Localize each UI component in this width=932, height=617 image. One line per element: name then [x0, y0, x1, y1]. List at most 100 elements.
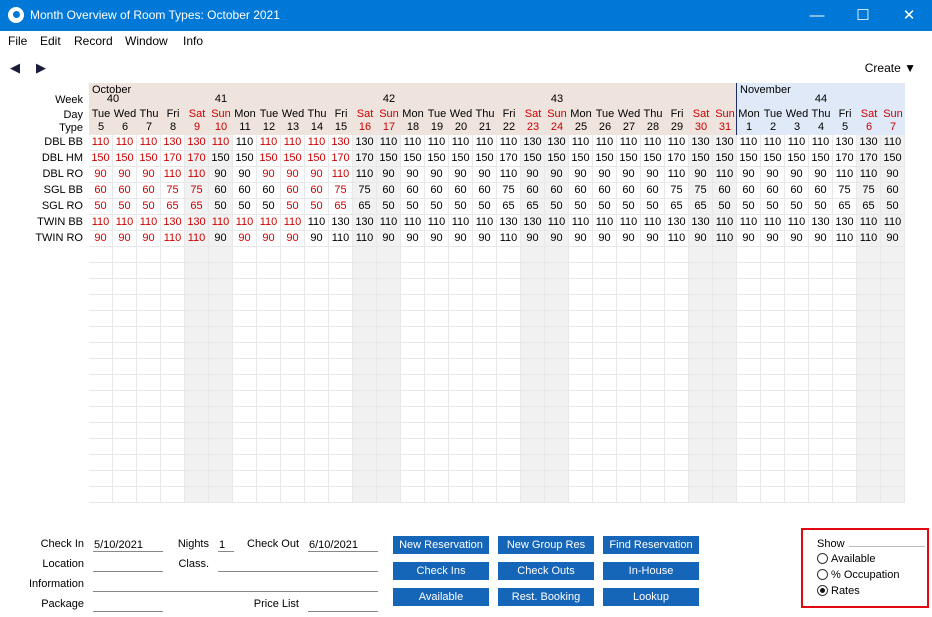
empty-cell[interactable] [593, 423, 617, 439]
empty-cell[interactable] [761, 487, 785, 503]
rate-cell[interactable]: 50 [305, 199, 329, 215]
empty-cell[interactable] [665, 407, 689, 423]
empty-cell[interactable] [401, 359, 425, 375]
empty-cell[interactable] [785, 279, 809, 295]
empty-cell[interactable] [401, 311, 425, 327]
rate-cell[interactable]: 90 [641, 167, 665, 183]
rate-cell[interactable]: 170 [857, 151, 881, 167]
empty-cell[interactable] [209, 407, 233, 423]
empty-cell[interactable] [281, 311, 305, 327]
empty-cell[interactable] [545, 311, 569, 327]
empty-cell[interactable] [425, 359, 449, 375]
rate-cell[interactable]: 110 [233, 215, 257, 231]
empty-cell[interactable] [665, 327, 689, 343]
empty-cell[interactable] [497, 359, 521, 375]
rate-cell[interactable]: 90 [113, 167, 137, 183]
empty-cell[interactable] [833, 247, 857, 263]
empty-cell[interactable] [257, 423, 281, 439]
empty-cell[interactable] [329, 471, 353, 487]
empty-cell[interactable] [809, 407, 833, 423]
rate-cell[interactable]: 90 [137, 167, 161, 183]
empty-cell[interactable] [281, 279, 305, 295]
rate-cell[interactable]: 110 [137, 135, 161, 151]
empty-cell[interactable] [89, 327, 113, 343]
rate-cell[interactable]: 50 [809, 199, 833, 215]
empty-cell[interactable] [641, 471, 665, 487]
rate-cell[interactable]: 60 [521, 183, 545, 199]
rate-cell[interactable]: 110 [185, 167, 209, 183]
empty-cell[interactable] [377, 359, 401, 375]
rate-cell[interactable]: 90 [521, 231, 545, 247]
rate-cell[interactable]: 50 [641, 199, 665, 215]
empty-cell[interactable] [329, 295, 353, 311]
empty-cell[interactable] [857, 359, 881, 375]
empty-cell[interactable] [593, 455, 617, 471]
rate-cell[interactable]: 110 [713, 167, 737, 183]
empty-cell[interactable] [593, 487, 617, 503]
empty-cell[interactable] [545, 343, 569, 359]
empty-cell[interactable] [329, 423, 353, 439]
empty-cell[interactable] [737, 247, 761, 263]
maximize-button[interactable]: ☐ [840, 0, 886, 31]
empty-cell[interactable] [281, 375, 305, 391]
empty-cell[interactable] [113, 295, 137, 311]
empty-cell[interactable] [281, 295, 305, 311]
empty-cell[interactable] [137, 407, 161, 423]
empty-cell[interactable] [593, 327, 617, 343]
rate-cell[interactable]: 110 [857, 215, 881, 231]
rate-cell[interactable]: 90 [89, 231, 113, 247]
rate-cell[interactable]: 110 [113, 135, 137, 151]
empty-cell[interactable] [857, 247, 881, 263]
rate-cell[interactable]: 75 [833, 183, 857, 199]
empty-cell[interactable] [137, 375, 161, 391]
empty-cell[interactable] [857, 487, 881, 503]
empty-cell[interactable] [593, 311, 617, 327]
empty-cell[interactable] [545, 279, 569, 295]
rate-cell[interactable]: 130 [161, 135, 185, 151]
empty-cell[interactable] [401, 423, 425, 439]
empty-cell[interactable] [857, 311, 881, 327]
rate-cell[interactable]: 110 [161, 167, 185, 183]
empty-cell[interactable] [233, 279, 257, 295]
empty-cell[interactable] [545, 263, 569, 279]
empty-cell[interactable] [473, 279, 497, 295]
rate-cell[interactable]: 110 [761, 215, 785, 231]
empty-cell[interactable] [305, 391, 329, 407]
empty-cell[interactable] [617, 471, 641, 487]
rate-cell[interactable]: 90 [809, 167, 833, 183]
empty-cell[interactable] [665, 423, 689, 439]
rate-cell[interactable]: 110 [833, 231, 857, 247]
rate-cell[interactable]: 110 [329, 167, 353, 183]
empty-cell[interactable] [425, 327, 449, 343]
empty-cell[interactable] [833, 471, 857, 487]
rate-cell[interactable]: 50 [113, 199, 137, 215]
empty-cell[interactable] [881, 439, 905, 455]
empty-cell[interactable] [881, 295, 905, 311]
available-button[interactable]: Available [393, 588, 489, 606]
rate-cell[interactable]: 60 [401, 183, 425, 199]
empty-cell[interactable] [377, 423, 401, 439]
empty-cell[interactable] [569, 423, 593, 439]
empty-cell[interactable] [761, 391, 785, 407]
rate-cell[interactable]: 110 [377, 135, 401, 151]
empty-cell[interactable] [737, 455, 761, 471]
empty-cell[interactable] [185, 439, 209, 455]
rate-cell[interactable]: 60 [89, 183, 113, 199]
rate-cell[interactable]: 50 [569, 199, 593, 215]
empty-cell[interactable] [497, 247, 521, 263]
rate-cell[interactable]: 65 [521, 199, 545, 215]
empty-cell[interactable] [641, 455, 665, 471]
empty-cell[interactable] [545, 375, 569, 391]
empty-cell[interactable] [473, 359, 497, 375]
rate-cell[interactable]: 60 [113, 183, 137, 199]
empty-cell[interactable] [281, 423, 305, 439]
empty-cell[interactable] [833, 487, 857, 503]
empty-cell[interactable] [881, 279, 905, 295]
rate-cell[interactable]: 90 [281, 231, 305, 247]
rate-cell[interactable]: 110 [89, 135, 113, 151]
rate-cell[interactable]: 65 [353, 199, 377, 215]
menu-file[interactable]: File [8, 34, 27, 48]
empty-cell[interactable] [641, 327, 665, 343]
empty-cell[interactable] [281, 439, 305, 455]
rate-cell[interactable]: 90 [761, 167, 785, 183]
